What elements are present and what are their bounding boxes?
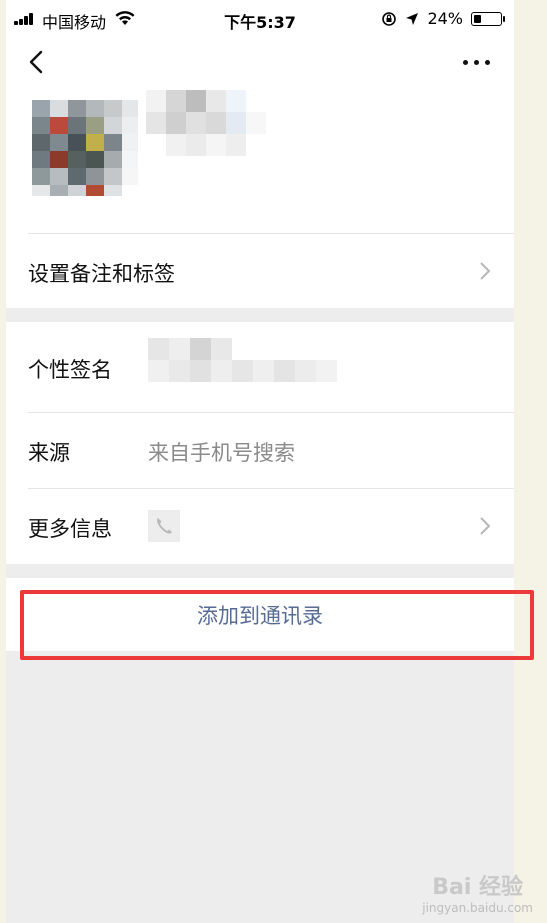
chevron-right-icon [480, 262, 491, 280]
remark-tags-row[interactable]: 设置备注和标签 [6, 234, 514, 308]
chevron-right-icon [480, 517, 491, 535]
signature-label: 个性签名 [28, 358, 112, 382]
orientation-lock-icon [382, 11, 397, 26]
nickname-blurred [146, 90, 266, 160]
location-arrow-icon [406, 12, 419, 25]
more-info-row[interactable]: 更多信息 [6, 489, 514, 564]
avatar[interactable] [32, 100, 138, 196]
highlight-box [20, 590, 534, 660]
more-dots-icon[interactable] [460, 52, 494, 72]
source-label: 来源 [28, 441, 70, 465]
info-group: 个性签名 来源 来自手机号搜索 更多信息 [6, 322, 514, 564]
watermark-sub: jingyan.baidu.com [422, 901, 533, 915]
baidu-jingyan-watermark: Bai 经验 jingyan.baidu.com [422, 869, 533, 915]
battery-percent: 24% [427, 9, 463, 28]
back-arrow-icon[interactable] [24, 46, 52, 78]
signature-blurred [148, 338, 337, 382]
divider [28, 412, 514, 413]
remark-tags-label: 设置备注和标签 [28, 262, 175, 286]
battery-icon [471, 11, 505, 26]
phone-screen: 中国移动 下午5:37 24% 设置备注和标签 个性签名 来源 来自手机号搜索 … [6, 0, 514, 923]
phone-icon [148, 510, 180, 542]
watermark-main: Bai 经验 [432, 875, 524, 900]
right-margin [514, 0, 547, 923]
source-value: 来自手机号搜索 [148, 441, 295, 465]
status-bar: 中国移动 下午5:37 24% [6, 0, 514, 38]
more-info-label: 更多信息 [28, 517, 112, 541]
status-right: 24% [381, 9, 505, 28]
